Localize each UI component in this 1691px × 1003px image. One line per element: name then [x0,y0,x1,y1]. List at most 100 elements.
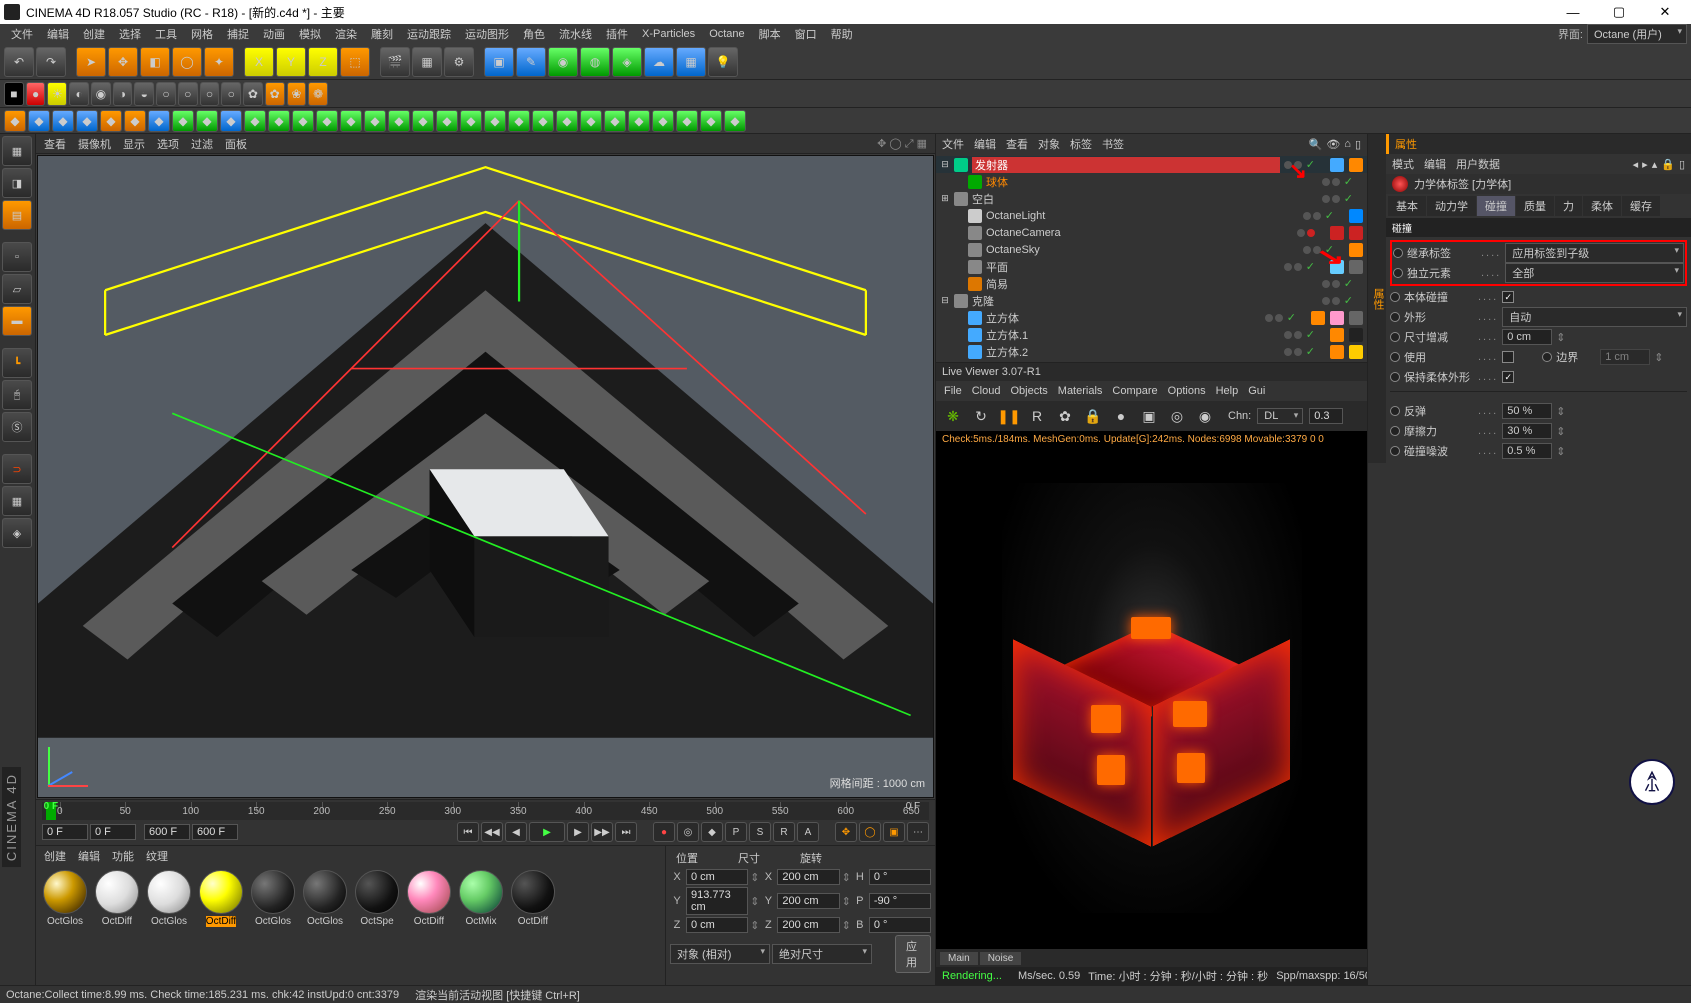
goto-end-button[interactable]: ⏭ [615,822,637,842]
attrmenu-用户数据[interactable]: 用户数据 [1456,156,1500,172]
deformer-button[interactable]: ◈ [612,47,642,77]
snap-mode[interactable]: Ⓢ [2,412,32,442]
lv-pause-icon[interactable]: ❚❚ [998,405,1020,427]
shelf-btn-18[interactable]: ◆ [436,110,458,132]
shelf-btn-15[interactable]: ◆ [364,110,386,132]
octane-btn-5[interactable]: ◑ [113,82,133,106]
next-key-button[interactable]: ▶▶ [591,822,613,842]
nav-up-icon[interactable]: ▴ [1652,158,1658,171]
lvmenu-Help[interactable]: Help [1216,385,1239,397]
vpmenu-面板[interactable]: 面板 [225,136,247,152]
select-tool[interactable]: ➤ [76,47,106,77]
cube-primitive[interactable]: ▣ [484,47,514,77]
attr-tab-动力学[interactable]: 动力学 [1427,196,1476,216]
octane-btn-4[interactable]: ◉ [91,82,111,106]
edge-mode[interactable]: ▱ [2,274,32,304]
object-tree[interactable]: ⊟发射器✓球体✓⊞空白✓OctaneLight✓OctaneCameraOcta… [936,154,1367,362]
lv-reload-icon[interactable]: ↻ [970,405,992,427]
shelf-btn-9[interactable]: ◆ [220,110,242,132]
magnet-mode[interactable]: ⊃ [2,454,32,484]
axis-mode[interactable]: ┗ [2,348,32,378]
material-item[interactable]: OctDiff [404,870,454,981]
live-viewer-view[interactable] [936,447,1367,949]
menu-icon[interactable]: ▯ [1679,158,1685,171]
shelf-btn-4[interactable]: ◆ [100,110,122,132]
light-button[interactable]: 💡 [708,47,738,77]
lv-tab-Noise[interactable]: Noise [980,952,1022,965]
viewport[interactable]: 透视视图 [37,155,934,798]
misc-key-button[interactable]: ⋯ [907,822,929,842]
vp-nav-icon[interactable]: ✥ ◯ ⤢ ▦ [877,137,927,151]
shelf-btn-25[interactable]: ◆ [604,110,626,132]
menu-工具[interactable]: 工具 [148,24,184,44]
rotate-tool[interactable]: ◯ [172,47,202,77]
material-item[interactable]: OctMix [456,870,506,981]
menu-X-Particles[interactable]: X-Particles [635,26,702,42]
octane-btn-3[interactable]: ◐ [69,82,89,106]
shelf-btn-1[interactable]: ◆ [28,110,50,132]
scale-key-button[interactable]: ▣ [883,822,905,842]
vpmenu-选项[interactable]: 选项 [157,136,179,152]
object-row[interactable]: 立方体✓ [936,309,1367,326]
octane-btn-2[interactable]: ☀ [47,82,67,106]
point-mode[interactable]: ▫ [2,242,32,272]
lv-lock-icon[interactable]: 🔒 [1082,405,1104,427]
coord-system-button[interactable]: ⬚ [340,47,370,77]
menu-运动跟踪[interactable]: 运动跟踪 [400,24,458,44]
octane-btn-6[interactable]: ◒ [134,82,154,106]
render-settings-button[interactable]: ⚙ [444,47,474,77]
menu-角色[interactable]: 角色 [516,24,552,44]
octane-btn-10[interactable]: ○ [221,82,241,106]
shelf-btn-20[interactable]: ◆ [484,110,506,132]
menu-动画[interactable]: 动画 [256,24,292,44]
material-item[interactable]: OctDiff [196,870,246,981]
move-key-button[interactable]: ✥ [835,822,857,842]
menu-创建[interactable]: 创建 [76,24,112,44]
menu-网格[interactable]: 网格 [184,24,220,44]
objmenu-查看[interactable]: 查看 [1006,136,1028,152]
lasttool-button[interactable]: ✦ [204,47,234,77]
autokey-button[interactable]: ◎ [677,822,699,842]
octane-btn-12[interactable]: ✿ [265,82,285,106]
lv-gear-icon[interactable]: ✿ [1054,405,1076,427]
render-view-button[interactable]: 🎬 [380,47,410,77]
uv-mode[interactable]: ▤ [2,200,32,230]
attr-tab-柔体[interactable]: 柔体 [1583,196,1621,216]
objmenu-标签[interactable]: 标签 [1070,136,1092,152]
shelf-btn-6[interactable]: ◆ [148,110,170,132]
menu-流水线[interactable]: 流水线 [552,24,599,44]
attr-tab-质量[interactable]: 质量 [1516,196,1554,216]
octane-btn-14[interactable]: ❁ [308,82,328,106]
home-icon[interactable]: ⌂ [1344,138,1351,151]
camera-primitive[interactable]: ▦ [676,47,706,77]
axis-x-button[interactable]: X [244,47,274,77]
object-row[interactable]: 平面✓ [936,258,1367,275]
lvmenu-Compare[interactable]: Compare [1112,385,1157,397]
lv-tab-Main[interactable]: Main [940,952,978,965]
menu-脚本[interactable]: 脚本 [752,24,788,44]
shelf-btn-19[interactable]: ◆ [460,110,482,132]
timeline-ruler[interactable]: 0501001502002503003504004505005506006500… [42,802,929,820]
object-row[interactable]: ⊟克隆✓ [936,292,1367,309]
keyselect-button[interactable]: ◆ [701,822,723,842]
shelf-btn-23[interactable]: ◆ [556,110,578,132]
material-item[interactable]: OctGlos [248,870,298,981]
gear-icon[interactable]: ▯ [1355,138,1361,151]
frame-end-field[interactable]: 600 F [144,824,190,840]
frame-start-field[interactable]: 0 F [42,824,88,840]
move-tool[interactable]: ✥ [108,47,138,77]
vpmenu-显示[interactable]: 显示 [123,136,145,152]
shelf-btn-29[interactable]: ◆ [700,110,722,132]
attr-tab-碰撞[interactable]: 碰撞 [1477,196,1515,216]
object-row[interactable]: 简易✓ [936,275,1367,292]
frame-end2-field[interactable]: 600 F [192,824,238,840]
material-item[interactable]: OctDiff [92,870,142,981]
material-item[interactable]: OctGlos [40,870,90,981]
matmenu-纹理[interactable]: 纹理 [146,848,168,864]
coord-apply-button[interactable]: 应用 [895,935,931,973]
attrmenu-模式[interactable]: 模式 [1392,156,1414,172]
axis-y-button[interactable]: Y [276,47,306,77]
shelf-btn-21[interactable]: ◆ [508,110,530,132]
next-frame-button[interactable]: ▶ [567,822,589,842]
coord-mode1-dropdown[interactable]: 对象 (相对) [670,944,770,964]
